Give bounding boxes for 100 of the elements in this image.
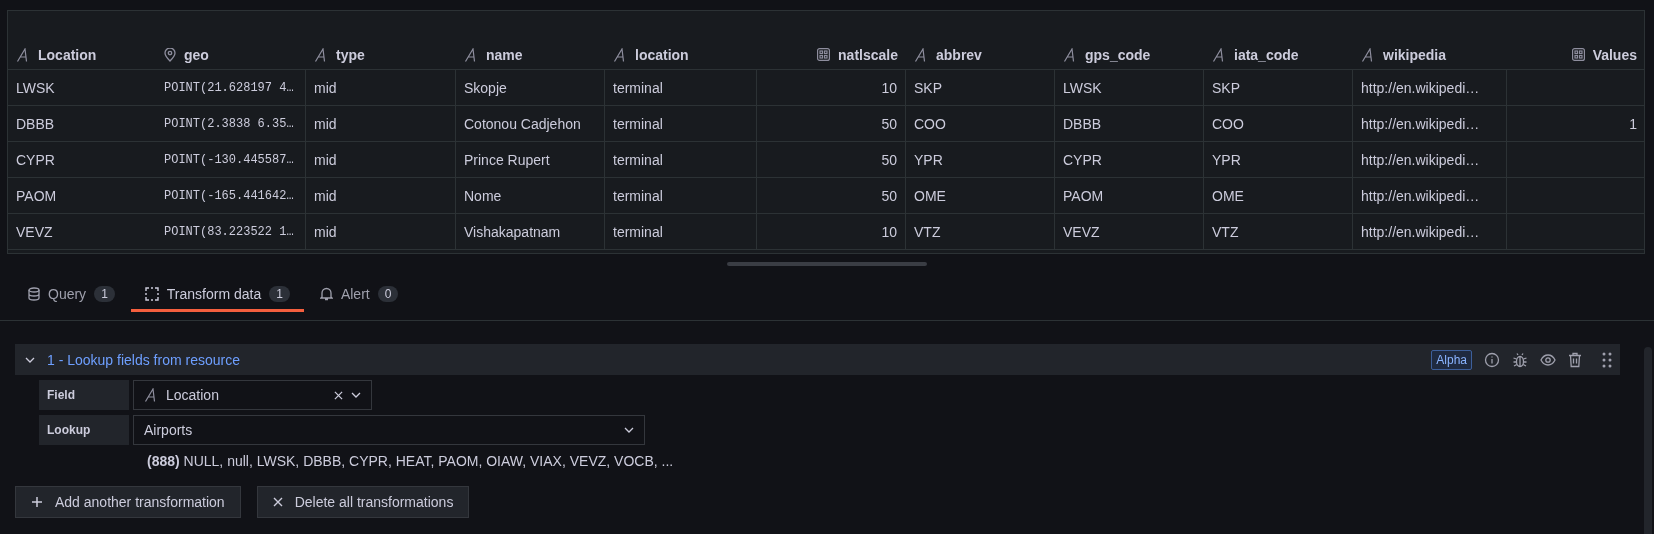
table-cell: Nome: [464, 187, 502, 204]
table-cell: VTZ: [1212, 223, 1239, 240]
table-cell: SKP: [914, 79, 942, 96]
table-cell: Cotonou Cadjehon: [464, 115, 581, 132]
field-label: Field: [39, 380, 129, 410]
lookup-values-hint: (888) NULL, null, LWSK, DBBB, CYPR, HEAT, PAOM, OIAW, VIAX, VEVZ, VOCB, ...: [147, 453, 675, 469]
a-glyph-icon: [1063, 47, 1077, 62]
column-header[interactable]: Location: [38, 46, 97, 63]
column-header[interactable]: natlscale: [838, 46, 898, 63]
column-header[interactable]: gps_code: [1085, 46, 1151, 63]
table-cell: POINT(83.223522 1…: [164, 224, 294, 239]
table-cell: mid: [314, 223, 337, 240]
a-glyph-icon: [1361, 47, 1375, 62]
eye-icon[interactable]: [1540, 353, 1556, 366]
table-cell: http://en.wikipedi…: [1361, 187, 1480, 204]
trash-icon[interactable]: [1568, 351, 1582, 368]
table-cell: LWSK: [16, 79, 55, 96]
column-header[interactable]: geo: [184, 46, 209, 63]
a-glyph-icon: [16, 47, 30, 62]
bell-icon: [319, 287, 333, 301]
table-cell: COO: [1212, 115, 1244, 132]
a-glyph-icon: [1212, 47, 1226, 62]
table-cell: SKP: [1212, 79, 1240, 96]
chevron-down-icon: [25, 356, 35, 363]
chevron-down-icon: [624, 427, 634, 433]
table-cell: http://en.wikipedi…: [1361, 115, 1480, 132]
count-badge: 0: [377, 286, 399, 302]
table-cell: mid: [314, 115, 337, 132]
bug-icon[interactable]: [1512, 351, 1528, 368]
a-glyph-icon: [144, 388, 158, 402]
table-cell: terminal: [613, 187, 663, 204]
info-icon[interactable]: [1484, 351, 1500, 368]
table-cell: mid: [314, 151, 337, 168]
table-cell: POINT(2.3838 6.35…: [164, 116, 294, 131]
table-cell: terminal: [613, 151, 663, 168]
table-cell: Prince Rupert: [464, 151, 550, 168]
close-icon: [334, 390, 343, 400]
table-cell: 50: [881, 151, 897, 168]
action-button[interactable]: Add another transformation: [15, 486, 241, 518]
table-cell: http://en.wikipedi…: [1361, 223, 1480, 240]
drag-handle-icon[interactable]: [1602, 351, 1612, 368]
table-cell: 50: [881, 115, 897, 132]
table-cell: LWSK: [1063, 79, 1102, 96]
tab[interactable]: Query 1: [14, 279, 129, 312]
table-cell: Vishakapatnam: [464, 223, 561, 240]
table-cell: OME: [1212, 187, 1244, 204]
transformation-title[interactable]: 1 - Lookup fields from resource: [47, 351, 1420, 368]
table-cell: YPR: [1212, 151, 1241, 168]
close-icon: [272, 497, 283, 507]
a-glyph-icon: [613, 47, 627, 62]
table-cell: POINT(-165.441642…: [164, 188, 294, 203]
lookup-select[interactable]: Airports: [133, 415, 645, 445]
table-cell: CYPR: [1063, 151, 1102, 168]
table-cell: 1: [1629, 115, 1637, 132]
a-glyph-icon: [464, 47, 478, 62]
table-cell: COO: [914, 115, 946, 132]
database-icon: [28, 287, 40, 301]
alpha-badge: Alpha: [1431, 349, 1472, 370]
table-cell: DBBB: [16, 115, 55, 132]
table-cell: DBBB: [1063, 115, 1102, 132]
expand-toggle[interactable]: [25, 356, 35, 363]
tab[interactable]: Transform data 1: [130, 279, 304, 312]
column-header[interactable]: iata_code: [1234, 46, 1299, 63]
grid-icon: [817, 48, 831, 61]
field-select[interactable]: Location: [133, 380, 372, 410]
column-header[interactable]: wikipedia: [1383, 46, 1447, 63]
table-cell: CYPR: [16, 151, 55, 168]
table-cell: mid: [314, 79, 337, 96]
column-header[interactable]: Values: [1592, 46, 1637, 63]
table-cell: VEVZ: [16, 223, 53, 240]
table-cell: VEVZ: [1063, 223, 1100, 240]
table-cell: mid: [314, 187, 337, 204]
table-cell: terminal: [613, 223, 663, 240]
table-cell: terminal: [613, 79, 663, 96]
table-cell: POINT(21.628197 4…: [164, 80, 294, 95]
table-cell: VTZ: [914, 223, 941, 240]
column-header[interactable]: location: [635, 46, 689, 63]
table-cell: Skopje: [464, 79, 507, 96]
table-cell: 50: [881, 187, 897, 204]
table-cell: 10: [881, 79, 897, 96]
table-cell: http://en.wikipedi…: [1361, 79, 1480, 96]
tab[interactable]: Alert 0: [305, 279, 413, 312]
column-header[interactable]: abbrev: [936, 46, 982, 63]
table-cell: OME: [914, 187, 946, 204]
a-glyph-icon: [314, 47, 328, 62]
table-cell: terminal: [613, 115, 663, 132]
count-badge: 1: [94, 286, 115, 302]
count-badge: 1: [269, 286, 290, 302]
table-cell: PAOM: [1063, 187, 1104, 204]
table-cell: http://en.wikipedi…: [1361, 151, 1480, 168]
table-cell: PAOM: [16, 187, 57, 204]
column-header[interactable]: type: [336, 46, 365, 63]
action-button[interactable]: Delete all transformations: [256, 486, 470, 518]
grid-icon: [1571, 48, 1585, 61]
table-cell: POINT(-130.445587…: [164, 152, 294, 167]
table-cell: YPR: [914, 151, 943, 168]
map-pin-icon: [164, 47, 176, 62]
resize-handle[interactable]: [727, 262, 927, 266]
chevron-down-icon: [351, 392, 361, 398]
column-header[interactable]: name: [486, 46, 523, 63]
